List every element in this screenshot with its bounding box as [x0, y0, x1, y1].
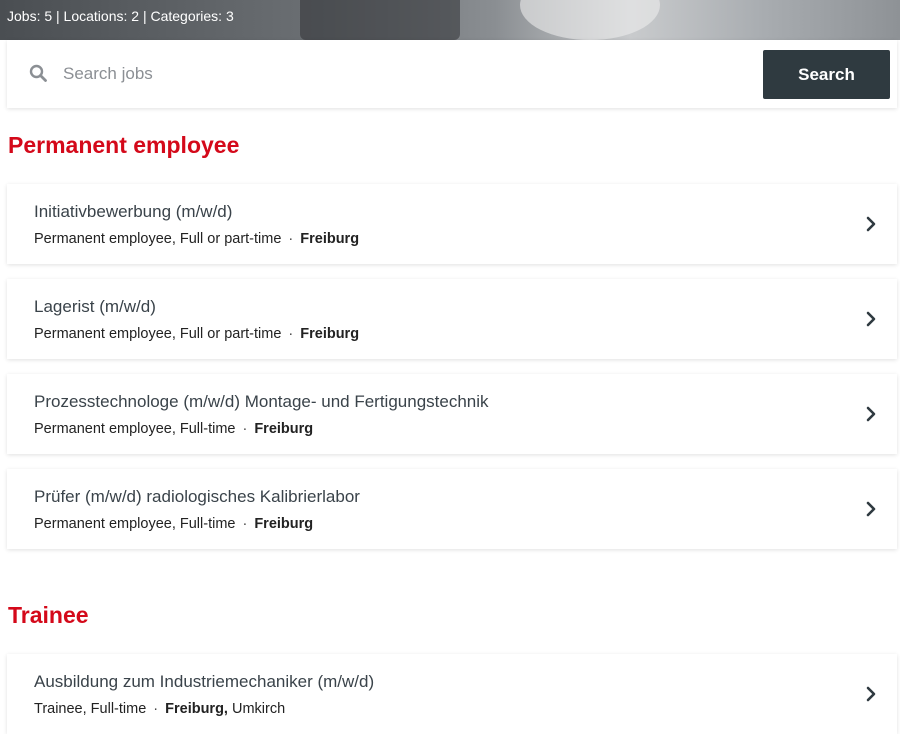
job-location: Freiburg [254, 516, 314, 532]
job-location: Freiburg [300, 326, 360, 342]
job-card[interactable]: Prüfer (m/w/d) radiologisches Kalibrierl… [7, 469, 897, 549]
section-title-permanent-employee: Permanent employee [8, 132, 240, 158]
job-stats: Jobs: 5 | Locations: 2 | Categories: 3 [7, 8, 234, 24]
job-title: Initiativbewerbung (m/w/d) [34, 202, 233, 221]
job-type: Trainee, Full-time [34, 701, 147, 717]
job-title: Prüfer (m/w/d) radiologisches Kalibrierl… [34, 487, 360, 506]
chevron-right-icon [866, 406, 876, 422]
job-type: Permanent employee, Full or part-time [34, 231, 282, 247]
job-meta: Permanent employee, Full-time · Freiburg [34, 516, 313, 532]
job-card[interactable]: Prozesstechnologe (m/w/d) Montage- und F… [7, 374, 897, 454]
section-title-trainee: Trainee [8, 602, 89, 628]
job-type: Permanent employee, Full or part-time [34, 326, 282, 342]
job-title: Ausbildung zum Industriemechaniker (m/w/… [34, 672, 375, 691]
separator: · [288, 231, 294, 247]
chevron-right-icon [866, 216, 876, 232]
job-extra-location: Umkirch [232, 701, 286, 717]
chevron-right-icon [866, 501, 876, 517]
job-title: Lagerist (m/w/d) [34, 297, 156, 316]
chevron-right-icon [866, 686, 876, 702]
job-card[interactable]: Lagerist (m/w/d) Permanent employee, Ful… [7, 279, 897, 359]
search-input[interactable] [63, 58, 743, 90]
hero-image-shape [300, 0, 460, 40]
job-card[interactable]: Initiativbewerbung (m/w/d) Permanent emp… [7, 184, 897, 264]
search-icon [29, 64, 47, 82]
job-meta: Permanent employee, Full-time · Freiburg [34, 421, 313, 437]
job-location: Freiburg [254, 421, 314, 437]
separator: · [242, 421, 248, 437]
separator: · [288, 326, 294, 342]
separator: · [153, 701, 159, 717]
chevron-right-icon [866, 311, 876, 327]
job-meta: Permanent employee, Full or part-time · Fr… [34, 326, 359, 342]
job-meta: Trainee, Full-time · Freiburg, Umkirch [34, 701, 285, 717]
search-button[interactable]: Search [763, 50, 890, 99]
job-card[interactable]: Ausbildung zum Industriemechaniker (m/w/… [7, 654, 897, 734]
search-bar: Search [7, 40, 897, 108]
separator: · [242, 516, 248, 532]
hero-image-shape [520, 0, 660, 40]
job-type: Permanent employee, Full-time [34, 421, 236, 437]
job-location: Freiburg [300, 231, 360, 247]
hero-banner: Jobs: 5 | Locations: 2 | Categories: 3 [0, 0, 900, 40]
job-title: Prozesstechnologe (m/w/d) Montage- und F… [34, 392, 489, 411]
job-type: Permanent employee, Full-time [34, 516, 236, 532]
job-meta: Permanent employee, Full or part-time · Fr… [34, 231, 359, 247]
job-location: Freiburg, [165, 701, 228, 717]
